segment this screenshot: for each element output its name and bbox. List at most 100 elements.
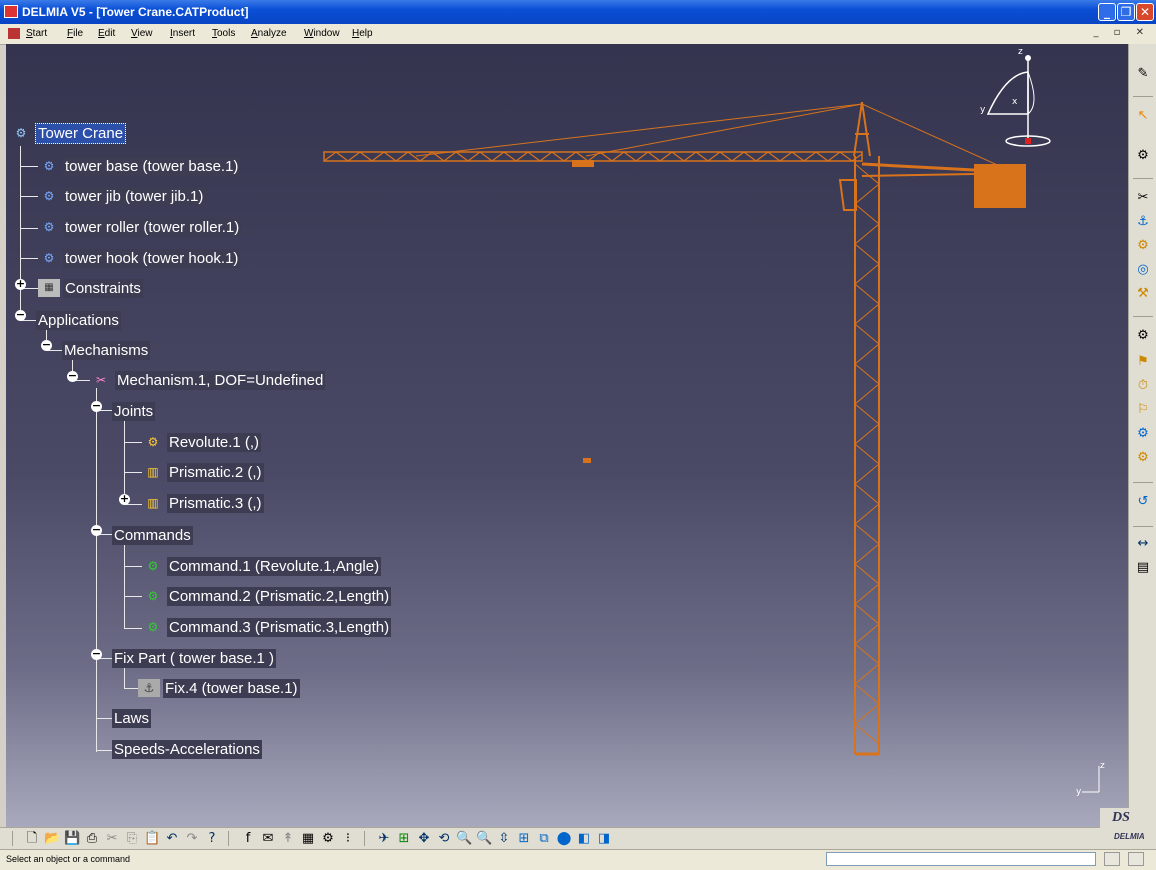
fix-part-collapse-icon[interactable]: −	[91, 648, 102, 660]
fix-tool-icon[interactable]: ⚒	[1135, 286, 1151, 302]
constraints-expand-icon[interactable]: +	[15, 278, 26, 290]
tree-joint-revolute-1[interactable]: ⚙ Revolute.1 (,)	[142, 432, 262, 452]
menu-help[interactable]: Help	[352, 28, 373, 39]
law-tool-icon[interactable]: ⏱	[1135, 378, 1151, 394]
formula-icon[interactable]: f	[240, 830, 256, 847]
tree-part-label[interactable]: tower hook (tower hook.1)	[63, 248, 241, 268]
start-menu-icon[interactable]	[8, 28, 20, 39]
command-input[interactable]	[826, 852, 1096, 866]
menu-insert[interactable]: Insert	[170, 28, 195, 39]
tree-part-tower-hook[interactable]: ⚙ tower hook (tower hook.1)	[38, 248, 241, 268]
tree-joint-prismatic-3[interactable]: ▥ Prismatic.3 (,)	[142, 493, 264, 513]
tree-mechanism-1[interactable]: ✂ Mechanism.1, DOF=Undefined	[90, 370, 326, 390]
tree-part-tower-roller[interactable]: ⚙ tower roller (tower roller.1)	[38, 217, 242, 237]
menu-view[interactable]: View	[131, 28, 153, 39]
tree-command-3[interactable]: ⚙ Command.3 (Prismatic.3,Length)	[142, 617, 392, 637]
tree-joints-label[interactable]: Joints	[112, 401, 156, 421]
tree-part-tower-jib[interactable]: ⚙ tower jib (tower jib.1)	[38, 186, 206, 206]
mechanism-collapse-icon[interactable]: −	[67, 370, 78, 382]
tree-fix-part-label[interactable]: Fix Part ( tower base.1 )	[112, 648, 277, 668]
menu-window[interactable]: Window	[304, 28, 340, 39]
mechanism-tool-icon[interactable]: ✂	[1135, 190, 1151, 206]
undo-icon[interactable]: ↶	[164, 830, 180, 847]
close-button[interactable]: ✕	[1136, 3, 1154, 21]
open-file-icon[interactable]: 📂	[44, 830, 60, 847]
applications-collapse-icon[interactable]: −	[15, 309, 26, 321]
tree-part-label[interactable]: tower base (tower base.1)	[63, 156, 241, 176]
macro-icon[interactable]: ⁝	[340, 830, 356, 847]
tree-command-label[interactable]: Command.2 (Prismatic.2,Length)	[167, 586, 392, 606]
tree-constraints-label[interactable]: Constraints	[63, 278, 143, 298]
joints-collapse-icon[interactable]: −	[91, 400, 102, 412]
restore-button[interactable]: ❐	[1117, 3, 1135, 21]
tree-joint-label[interactable]: Prismatic.2 (,)	[167, 462, 264, 482]
animation-tool-icon[interactable]: ↺	[1135, 494, 1151, 510]
hide-show-icon[interactable]: ◧	[576, 830, 592, 847]
tree-commands-label[interactable]: Commands	[112, 525, 193, 545]
tree-speeds-label[interactable]: Speeds-Accelerations	[112, 739, 262, 759]
multi-view-icon[interactable]: ⊞	[516, 830, 532, 847]
menu-file[interactable]: File	[67, 28, 83, 39]
tree-mechanisms-label[interactable]: Mechanisms	[62, 340, 151, 360]
mechanisms-collapse-icon[interactable]: −	[41, 339, 52, 351]
cut-icon[interactable]: ✂	[104, 830, 120, 847]
tree-command-label[interactable]: Command.1 (Revolute.1,Angle)	[167, 556, 382, 576]
pan-icon[interactable]: ✥	[416, 830, 432, 847]
tree-applications-label[interactable]: Applications	[36, 310, 121, 330]
status-button-2[interactable]	[1128, 852, 1144, 866]
fly-mode-icon[interactable]: ✈	[376, 830, 392, 847]
joint-tool-icon[interactable]: ⚓	[1135, 214, 1151, 230]
prismatic-3-expand-icon[interactable]: +	[119, 493, 130, 505]
3d-viewport[interactable]: z y x z y ⚙ Tower Crane ⚙ tower base (to…	[6, 44, 1128, 827]
tree-joint-label[interactable]: Revolute.1 (,)	[167, 432, 262, 452]
analysis-tool-icon[interactable]: ⚑	[1135, 354, 1151, 370]
tree-fix-part[interactable]: Fix Part ( tower base.1 )	[112, 648, 277, 668]
redo-icon[interactable]: ↷	[184, 830, 200, 847]
tree-joint-prismatic-2[interactable]: ▥ Prismatic.2 (,)	[142, 462, 264, 482]
swap-visible-icon[interactable]: ◨	[596, 830, 612, 847]
copy-icon[interactable]: ⎘	[124, 830, 140, 847]
commands-collapse-icon[interactable]: −	[91, 524, 102, 536]
select-icon[interactable]: ↖	[1135, 108, 1151, 124]
tree-command-1[interactable]: ⚙ Command.1 (Revolute.1,Angle)	[142, 556, 382, 576]
status-button-1[interactable]	[1104, 852, 1120, 866]
tree-speeds-accelerations[interactable]: Speeds-Accelerations	[112, 739, 262, 759]
tree-joints[interactable]: Joints	[112, 401, 156, 421]
fit-all-icon[interactable]: ⊞	[396, 830, 412, 847]
tree-laws[interactable]: Laws	[112, 708, 152, 728]
tree-root-label[interactable]: Tower Crane	[35, 122, 127, 144]
tree-joint-label[interactable]: Prismatic.3 (,)	[167, 493, 264, 513]
simulation-tool-icon[interactable]: ⚙	[1135, 328, 1151, 344]
comment-icon[interactable]: ✉	[260, 830, 276, 847]
tree-part-tower-base[interactable]: ⚙ tower base (tower base.1)	[38, 156, 241, 176]
zoom-out-icon[interactable]: 🔍	[476, 830, 492, 847]
assembly-tool-icon[interactable]: ⚙	[1135, 148, 1151, 164]
tree-command-label[interactable]: Command.3 (Prismatic.3,Length)	[167, 617, 392, 637]
tree-commands[interactable]: Commands	[112, 525, 193, 545]
tree-mechanisms[interactable]: Mechanisms	[62, 340, 151, 360]
sensor-tool-icon[interactable]: ⚐	[1135, 402, 1151, 418]
tree-applications[interactable]: Applications	[36, 310, 121, 330]
spiral-tool-icon[interactable]: ◎	[1135, 262, 1151, 278]
tree-part-label[interactable]: tower roller (tower roller.1)	[63, 217, 242, 237]
speed-tool-icon[interactable]: ⚙	[1135, 450, 1151, 466]
new-file-icon[interactable]: 🗋	[24, 830, 40, 847]
table-icon[interactable]: ▦	[300, 830, 316, 847]
knowledge-icon[interactable]: ↟	[280, 830, 296, 847]
tree-mechanism-label[interactable]: Mechanism.1, DOF=Undefined	[115, 370, 326, 390]
tree-command-2[interactable]: ⚙ Command.2 (Prismatic.2,Length)	[142, 586, 392, 606]
iso-view-icon[interactable]: ⧉	[536, 830, 552, 847]
menu-analyze[interactable]: Analyze	[251, 28, 287, 39]
menu-tools[interactable]: Tools	[212, 28, 235, 39]
clash-tool-icon[interactable]: ▤	[1135, 560, 1151, 576]
shading-icon[interactable]: ⬤	[556, 830, 572, 847]
print-icon[interactable]: ⎙	[84, 830, 100, 847]
sketch-tool-icon[interactable]: ✎	[1135, 66, 1151, 82]
mdi-controls[interactable]: _ ▫ ✕	[1093, 27, 1150, 38]
whats-this-icon[interactable]: ?	[204, 830, 220, 847]
tree-root[interactable]: ⚙ Tower Crane	[10, 122, 127, 144]
tree-laws-label[interactable]: Laws	[112, 708, 152, 728]
menu-start[interactable]: Start	[26, 28, 47, 39]
catalog-icon[interactable]: ⚙	[320, 830, 336, 847]
save-icon[interactable]: 💾	[64, 830, 80, 847]
